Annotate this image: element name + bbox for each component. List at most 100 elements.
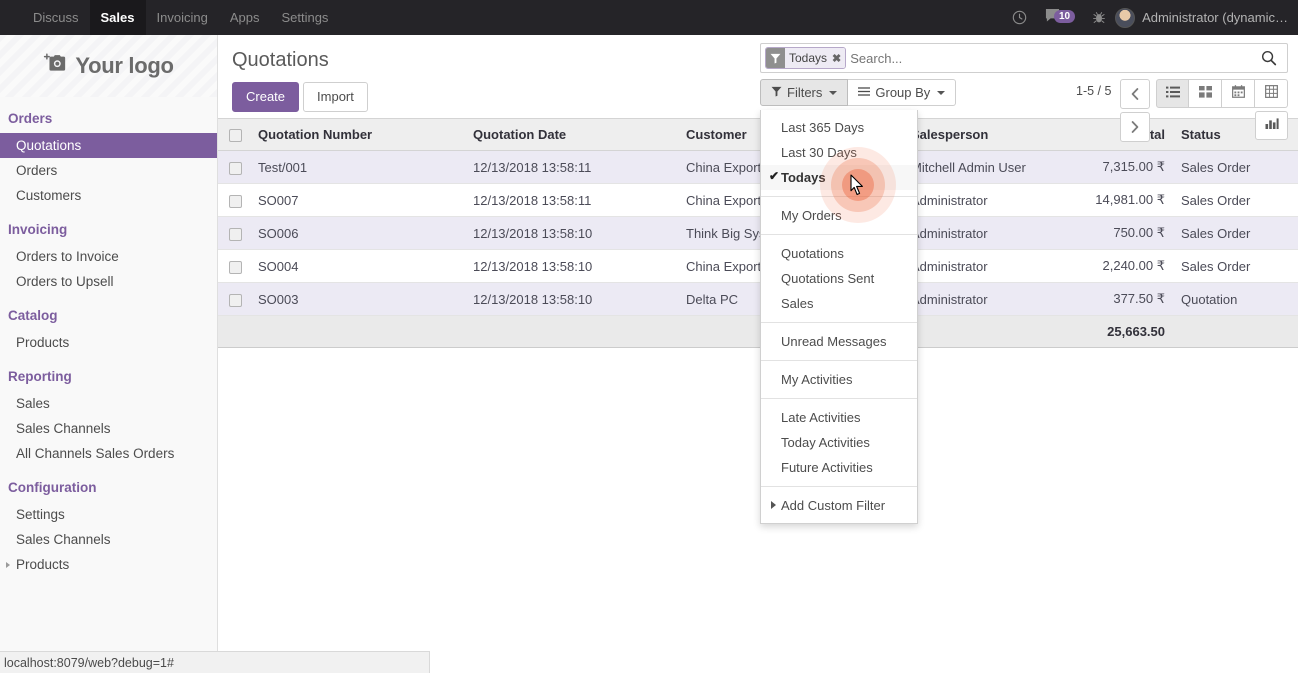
page-title: Quotations [232,49,329,71]
sidebar-item-settings[interactable]: Settings [0,502,217,527]
pager-previous-button[interactable] [1120,79,1150,109]
user-menu-label[interactable]: Administrator (dynamic… [1142,10,1288,25]
kanban-view-button[interactable] [1189,79,1222,108]
select-all-header [218,118,250,152]
add-custom-filter-option[interactable]: Add Custom Filter [761,493,917,518]
list-view-button[interactable] [1156,79,1189,108]
sidebar-item-customers[interactable]: Customers [0,183,217,208]
import-button[interactable]: Import [303,82,368,113]
calendar-view-button[interactable] [1222,79,1255,108]
row-checkbox[interactable] [229,161,242,175]
filter-option-todays-label: Todays [781,170,826,185]
groupby-button[interactable]: Group By [848,79,957,106]
main-menu: Discuss Sales Invoicing Apps Settings [0,0,339,35]
sidebar-item-quotations[interactable]: Quotations [0,133,217,158]
filter-option-sales[interactable]: Sales [761,291,917,316]
menu-item-apps[interactable]: Apps [219,0,271,35]
view-switcher-row [1156,79,1288,108]
body-wrapper: Your logo Orders Quotations Orders Custo… [0,35,1298,673]
footer-blank-5 [903,315,1048,349]
footer-blank-6 [1173,315,1298,349]
filter-option-my-activities[interactable]: My Activities [761,367,917,392]
menu-item-sales[interactable]: Sales [89,0,146,35]
close-x-icon[interactable]: ✖ [832,52,841,65]
search-bar[interactable]: Todays ✖ [760,43,1288,73]
list-icon [1165,85,1180,103]
filters-button-label: Filters [787,85,823,100]
sidebar-item-config-sales-channels[interactable]: Sales Channels [0,527,217,552]
row-checkbox[interactable] [229,293,242,307]
menu-item-discuss[interactable]: Discuss [22,0,90,35]
sidebar: Your logo Orders Quotations Orders Custo… [0,35,218,673]
row-checkbox[interactable] [229,227,242,241]
cell-quotation-number: SO004 [250,249,465,284]
pager-next-button[interactable] [1120,112,1150,142]
filters-button[interactable]: Filters [760,79,849,106]
messages-button[interactable]: 10 [1036,8,1083,28]
filter-option-todays[interactable]: ✔ Todays [761,165,917,190]
sidebar-item-all-channels-sales-orders[interactable]: All Channels Sales Orders [0,441,217,466]
row-select-cell [218,282,250,317]
sidebar-item-orders-to-upsell[interactable]: Orders to Upsell [0,269,217,294]
cell-status: Sales Order [1173,216,1298,251]
create-button[interactable]: Create [232,82,300,113]
table-row[interactable]: Test/001 12/13/2018 13:58:11 China Expor… [218,150,1298,185]
quotations-table: Quotation Number Quotation Date Customer… [218,118,1298,349]
filter-option-quotations-sent[interactable]: Quotations Sent [761,266,917,291]
menu-item-invoicing[interactable]: Invoicing [146,0,219,35]
clock-icon[interactable] [1003,0,1036,35]
table-row[interactable]: SO006 12/13/2018 13:58:10 Think Big Syst… [218,216,1298,251]
chevron-down-icon [937,90,946,95]
logo-text: Your logo [75,53,174,78]
sidebar-item-reporting-sales-channels[interactable]: Sales Channels [0,416,217,441]
column-quotation-date[interactable]: Quotation Date [465,118,678,152]
magnifier-icon[interactable] [1255,50,1283,66]
cell-status: Sales Order [1173,150,1298,185]
status-bar-url: localhost:8079/web?debug=1# [4,655,174,670]
search-facet-todays[interactable]: Todays ✖ [765,47,847,69]
sidebar-item-orders-to-invoice[interactable]: Orders to Invoice [0,244,217,269]
cell-total: 377.50 ₹ [1048,282,1173,317]
search-input[interactable] [850,50,1255,66]
dropdown-separator [761,360,917,361]
filter-option-quotations[interactable]: Quotations [761,241,917,266]
logo-placeholder[interactable]: Your logo [0,35,217,97]
avatar[interactable] [1115,7,1136,28]
menu-item-settings[interactable]: Settings [270,0,339,35]
sidebar-item-config-products[interactable]: Products [0,552,217,577]
sidebar-item-reporting-sales[interactable]: Sales [0,391,217,416]
table-row[interactable]: SO003 12/13/2018 13:58:10 Delta PC Admin… [218,282,1298,317]
select-all-checkbox[interactable] [229,129,242,143]
dropdown-separator [761,322,917,323]
title-and-buttons: Quotations Create Import [232,49,368,113]
table-row[interactable]: SO004 12/13/2018 13:58:10 China Export A… [218,249,1298,284]
footer-blank-1 [218,315,250,349]
column-quotation-number[interactable]: Quotation Number [250,118,465,152]
graph-view-button[interactable] [1255,111,1288,140]
dropdown-separator [761,398,917,399]
cell-salesperson: Administrator [903,183,1048,218]
bug-icon[interactable] [1083,0,1115,35]
groupby-button-label: Group By [875,85,931,100]
filter-option-last-30-days[interactable]: Last 30 Days [761,140,917,165]
sidebar-item-products[interactable]: Products [0,330,217,355]
table-row[interactable]: SO007 12/13/2018 13:58:11 China Export A… [218,183,1298,218]
filter-option-late-activities[interactable]: Late Activities [761,405,917,430]
pivot-view-button[interactable] [1255,79,1288,108]
cell-status: Quotation [1173,282,1298,317]
cell-quotation-number: SO003 [250,282,465,317]
filter-option-last-365-days[interactable]: Last 365 Days [761,115,917,140]
sidebar-item-orders[interactable]: Orders [0,158,217,183]
row-checkbox[interactable] [229,194,242,208]
filter-option-my-orders[interactable]: My Orders [761,203,917,228]
sidebar-section-configuration: Configuration [8,480,97,495]
filter-option-today-activities[interactable]: Today Activities [761,430,917,455]
pager-count: 1-5 / 5 [1076,84,1112,98]
row-checkbox[interactable] [229,260,242,274]
sidebar-section-invoicing: Invoicing [8,222,68,237]
cell-quotation-number: SO006 [250,216,465,251]
sidebar-section-orders: Orders [8,111,53,126]
dropdown-separator [761,196,917,197]
filter-option-unread-messages[interactable]: Unread Messages [761,329,917,354]
filter-option-future-activities[interactable]: Future Activities [761,455,917,480]
